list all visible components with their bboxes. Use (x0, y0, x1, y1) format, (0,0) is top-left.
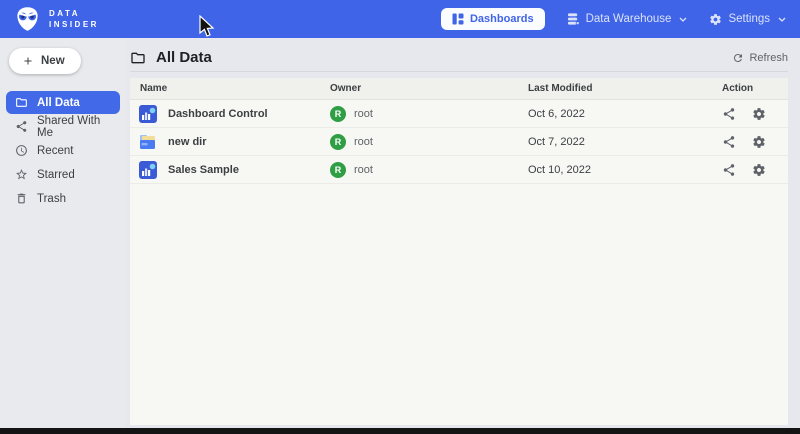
window-bottom-edge (0, 428, 800, 434)
folder-title-icon (130, 50, 146, 66)
owner-cell: R root (330, 162, 528, 178)
sidebar-item-label: All Data (37, 97, 80, 109)
brand: DATA INSIDER (14, 6, 99, 32)
refresh-icon (732, 52, 744, 64)
sidebar-item-all-data[interactable]: All Data (6, 91, 120, 114)
owner-name: root (354, 164, 373, 176)
file-name: new dir (168, 136, 207, 148)
database-icon (567, 12, 580, 26)
owner-avatar: R (330, 162, 346, 178)
clock-icon (15, 144, 28, 157)
sidebar-item-starred[interactable]: Starred (6, 163, 120, 186)
new-button-label: New (41, 55, 65, 67)
chart-file-icon (138, 160, 158, 180)
share-icon[interactable] (722, 163, 736, 177)
dashboards-button[interactable]: Dashboards (441, 8, 545, 30)
column-header-modified: Last Modified (528, 83, 722, 94)
sidebar-item-recent[interactable]: Recent (6, 139, 120, 162)
chevron-down-icon (778, 17, 786, 22)
file-name: Sales Sample (168, 164, 239, 176)
table-row[interactable]: Sales Sample R root Oct 10, 2022 (130, 156, 788, 184)
table-row[interactable]: Dashboard Control R root Oct 6, 2022 (130, 100, 788, 128)
last-modified-cell: Oct 7, 2022 (528, 136, 722, 148)
file-table: Name Owner Last Modified Action Dashboar… (130, 78, 788, 425)
star-icon (15, 168, 28, 181)
share-icon[interactable] (722, 135, 736, 149)
refresh-label: Refresh (749, 52, 788, 64)
dashboards-label: Dashboards (470, 13, 534, 25)
dashboard-grid-icon (452, 13, 464, 25)
last-modified-cell: Oct 10, 2022 (528, 164, 722, 176)
folder-icon (15, 96, 28, 109)
sidebar-item-trash[interactable]: Trash (6, 187, 120, 210)
owner-cell: R root (330, 106, 528, 122)
gear-icon[interactable] (752, 163, 766, 177)
trash-icon (15, 192, 28, 205)
sidebar-item-shared-with-me[interactable]: Shared With Me (6, 115, 120, 138)
owner-name: root (354, 136, 373, 148)
column-header-action: Action (722, 83, 788, 94)
gear-icon[interactable] (752, 107, 766, 121)
file-name-cell[interactable]: new dir (130, 132, 330, 152)
column-header-name: Name (130, 83, 330, 94)
page-title: All Data (156, 49, 212, 66)
last-modified-cell: Oct 6, 2022 (528, 108, 722, 120)
owner-cell: R root (330, 134, 528, 150)
owl-logo-icon (14, 6, 41, 32)
table-row[interactable]: new dir R root Oct 7, 2022 (130, 128, 788, 156)
action-cell (722, 163, 788, 177)
file-name: Dashboard Control (168, 108, 268, 120)
column-header-owner: Owner (330, 83, 528, 94)
sidebar-item-label: Shared With Me (37, 115, 111, 139)
owner-avatar: R (330, 106, 346, 122)
chevron-down-icon (679, 17, 687, 22)
mouse-cursor (199, 15, 215, 39)
sidebar-item-label: Trash (37, 193, 66, 205)
folder-file-icon (138, 132, 158, 152)
action-cell (722, 135, 788, 149)
share-people-icon (15, 120, 28, 133)
table-header-row: Name Owner Last Modified Action (130, 78, 788, 100)
sidebar-item-label: Starred (37, 169, 75, 181)
refresh-button[interactable]: Refresh (732, 52, 788, 64)
plus-icon (22, 55, 34, 67)
file-name-cell[interactable]: Sales Sample (130, 160, 330, 180)
file-name-cell[interactable]: Dashboard Control (130, 104, 330, 124)
owner-avatar: R (330, 134, 346, 150)
page-header: All Data Refresh (130, 44, 788, 72)
owner-name: root (354, 108, 373, 120)
brand-text: DATA INSIDER (49, 8, 99, 30)
sidebar: New All Data Shared With Me Recent Starr… (0, 38, 126, 428)
data-warehouse-menu[interactable]: Data Warehouse (567, 12, 688, 26)
gear-icon (709, 13, 722, 26)
sidebar-item-label: Recent (37, 145, 73, 157)
gear-icon[interactable] (752, 135, 766, 149)
share-icon[interactable] (722, 107, 736, 121)
settings-label: Settings (728, 13, 770, 25)
dashboard-file-icon (138, 104, 158, 124)
new-button[interactable]: New (9, 48, 81, 74)
topbar: DATA INSIDER Dashboards (0, 0, 800, 38)
settings-menu[interactable]: Settings (709, 13, 786, 26)
data-warehouse-label: Data Warehouse (586, 13, 672, 25)
action-cell (722, 107, 788, 121)
